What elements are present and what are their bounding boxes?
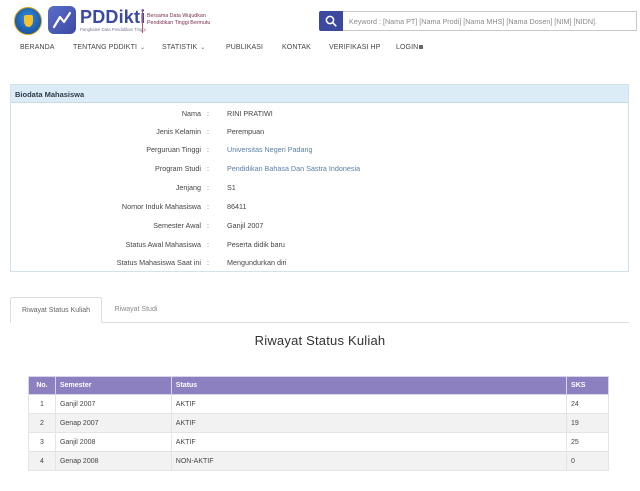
brand-divider [142,9,143,33]
biodata-separator: : [207,127,209,136]
biodata-row-nama: Nama : RINI PRATIWI [11,109,630,121]
perguruan-tinggi-link[interactable]: Universitas Negeri Padang [227,145,313,154]
nav-label: STATISTIK [162,44,198,51]
biodata-label: Perguruan Tinggi [146,145,201,154]
biodata-label: Nomor Induk Mahasiswa [121,202,201,211]
biodata-label: Jenis Kelamin [156,127,201,136]
section-title: Riwayat Status Kuliah [254,333,386,348]
cell-sks: 19 [566,413,609,433]
cell-no: 3 [28,432,56,452]
nav-label: TENTANG PDDIKTI [73,44,137,51]
table-row: 4 Genap 2008 NON-AKTIF 0 [28,451,609,471]
column-header-sks: SKS [566,376,609,395]
nav-label: KONTAK [282,44,311,51]
biodata-row-jenis-kelamin: Jenis Kelamin : Perempuan [11,127,630,139]
cell-status: AKTIF [170,394,568,414]
biodata-row-program-studi: Program Studi : Pendidikan Bahasa Dan Sa… [11,164,630,176]
tab-riwayat-studi[interactable]: Riwayat Studi [108,297,164,323]
biodata-row-status-saat-ini: Status Mahasiswa Saat ini : Mengundurkan… [11,258,630,270]
nav-item-verifikasi-hp[interactable]: VERIFIKASI HP [329,44,380,51]
kemdikbud-logo-icon[interactable] [14,7,42,35]
pddikti-logo-icon[interactable] [48,6,76,34]
biodata-value: Mengundurkan diri [227,258,287,267]
cell-sks: 0 [566,451,609,471]
biodata-panel: Biodata Mahasiswa Nama : RINI PRATIWI Je… [10,84,629,272]
search-button[interactable] [319,11,343,31]
cell-sks: 24 [566,394,609,414]
biodata-label: Jenjang [175,183,201,192]
biodata-value: S1 [227,183,236,192]
status-kuliah-table: No. Semester Status SKS 1 Ganjil 2007 AK… [28,376,609,471]
biodata-separator: : [207,164,209,173]
cell-status: AKTIF [170,432,568,452]
biodata-label: Nama [181,109,201,118]
nav-label: LOGIN [396,44,419,51]
nav-label: BERANDA [20,44,55,51]
biodata-row-perguruan-tinggi: Perguruan Tinggi : Universitas Negeri Pa… [11,145,630,157]
biodata-value: Ganjil 2007 [227,221,264,230]
program-studi-link[interactable]: Pendidikan Bahasa Dan Sastra Indonesia [227,164,360,173]
biodata-row-jenjang: Jenjang : S1 [11,183,630,195]
biodata-separator: : [207,202,209,211]
site-header: PDDikti Pangkalan Data Pendidikan Tinggi… [0,0,640,40]
tagline-line-1: Bersama Data Wujudkan [147,13,206,19]
biodata-value: 86411 [227,202,247,211]
biodata-label: Program Studi [155,164,201,173]
brand-subtitle: Pangkalan Data Pendidikan Tinggi [80,27,146,32]
nav-label: PUBLIKASI [226,44,264,51]
search-input[interactable] [343,11,637,31]
table-header-row: No. Semester Status SKS [28,376,609,395]
brand-name[interactable]: PDDikti [80,7,145,28]
table-row: 1 Ganjil 2007 AKTIF 24 [28,394,609,414]
tagline-line-2: Pendidikan Tinggi Bermutu [147,20,211,26]
column-header-no: No. [28,376,56,395]
table-row: 2 Genap 2007 AKTIF 19 [28,413,609,433]
biodata-separator: : [207,109,209,118]
biodata-row-status-awal: Status Awal Mahasiswa : Peserta didik ba… [11,240,630,252]
biodata-value: Peserta didik baru [227,240,285,249]
cell-semester: Genap 2007 [54,413,172,433]
nav-item-login[interactable]: LOGIN [396,44,424,51]
cell-status: AKTIF [170,413,568,433]
biodata-label: Status Awal Mahasiswa [125,240,201,249]
biodata-separator: : [207,183,209,192]
column-header-status: Status [170,376,568,395]
cell-no: 2 [28,413,56,433]
biodata-row-nim: Nomor Induk Mahasiswa : 86411 [11,202,630,214]
lock-icon [419,45,424,49]
biodata-row-semester-awal: Semester Awal : Ganjil 2007 [11,221,630,233]
cell-semester: Genap 2008 [54,451,172,471]
table-row: 3 Ganjil 2008 AKTIF 25 [28,432,609,452]
history-tabs: Riwayat Status Kuliah Riwayat Studi [10,297,629,323]
cell-sks: 25 [566,432,609,452]
biodata-label: Status Mahasiswa Saat ini [116,258,201,267]
tagline: Bersama Data Wujudkan Pendidikan Tinggi … [147,13,210,27]
main-nav: BERANDA TENTANG PDDIKTI ⌄ STATISTIK ⌄ PUBL… [0,44,640,60]
nav-label: VERIFIKASI HP [329,44,381,51]
cell-status: NON-AKTIF [170,451,568,471]
column-header-semester: Semester [54,376,172,395]
nav-item-beranda[interactable]: BERANDA [20,44,55,51]
cell-no: 1 [28,394,56,414]
biodata-separator: : [207,145,209,154]
cell-semester: Ganjil 2008 [54,432,172,452]
nav-item-statistik[interactable]: STATISTIK ⌄ [162,44,205,51]
biodata-separator: : [207,240,209,249]
nav-item-kontak[interactable]: KONTAK [282,44,311,51]
cell-no: 4 [28,451,56,471]
search-icon [325,15,337,27]
biodata-value: Perempuan [227,127,265,136]
nav-item-publikasi[interactable]: PUBLIKASI [226,44,263,51]
nav-item-tentang[interactable]: TENTANG PDDIKTI ⌄ [73,44,145,51]
panel-title: Biodata Mahasiswa [11,85,628,103]
biodata-separator: : [207,221,209,230]
tab-riwayat-status-kuliah[interactable]: Riwayat Status Kuliah [10,297,102,323]
biodata-label: Semester Awal [153,221,201,230]
cell-semester: Ganjil 2007 [54,394,172,414]
biodata-separator: : [207,258,209,267]
biodata-value: RINI PRATIWI [227,109,273,118]
chevron-down-icon: ⌄ [139,45,146,51]
chevron-down-icon: ⌄ [200,45,206,51]
